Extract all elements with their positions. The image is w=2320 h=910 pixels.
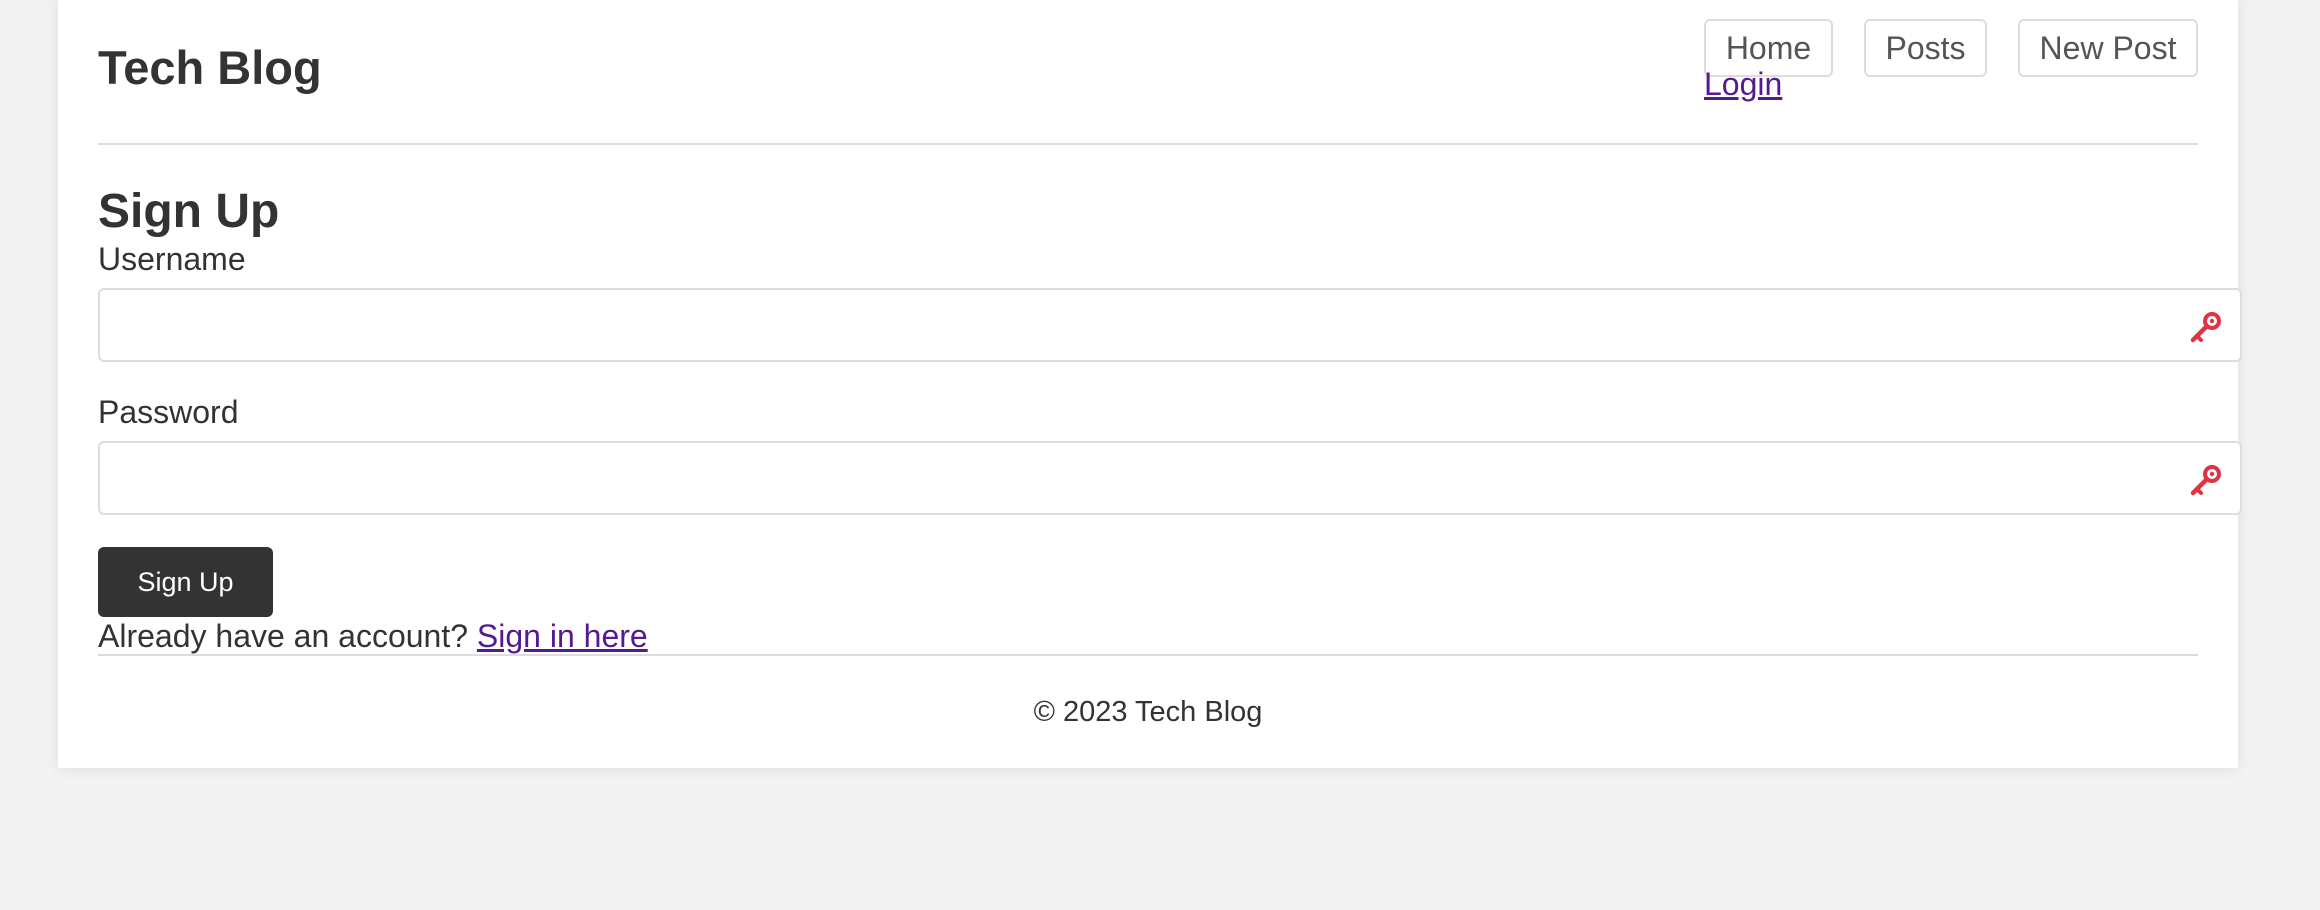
page-title: Sign Up	[98, 185, 280, 238]
footer-divider	[98, 654, 2198, 656]
footer-copyright: © 2023 Tech Blog	[1033, 696, 1263, 728]
nav-posts-button[interactable]: Posts	[1864, 19, 1987, 77]
password-input[interactable]	[100, 443, 2240, 513]
username-field-container	[98, 288, 2242, 362]
nav-new-post-button[interactable]: New Post	[2018, 19, 2198, 77]
sign-in-link[interactable]: Sign in here	[477, 618, 648, 654]
username-label: Username	[98, 241, 246, 277]
username-input[interactable]	[100, 290, 2240, 360]
sign-up-button[interactable]: Sign Up	[98, 547, 273, 617]
header-divider	[98, 143, 2198, 145]
password-label: Password	[98, 394, 239, 430]
key-icon[interactable]	[2188, 309, 2224, 345]
signin-prompt-text: Already have an account?	[98, 618, 469, 654]
signin-prompt-line: Already have an account? Sign in here	[98, 616, 648, 656]
key-icon[interactable]	[2188, 462, 2224, 498]
site-title: Tech Blog	[98, 41, 322, 94]
password-field-container	[98, 441, 2242, 515]
nav-login-link[interactable]: Login	[1704, 64, 1782, 104]
